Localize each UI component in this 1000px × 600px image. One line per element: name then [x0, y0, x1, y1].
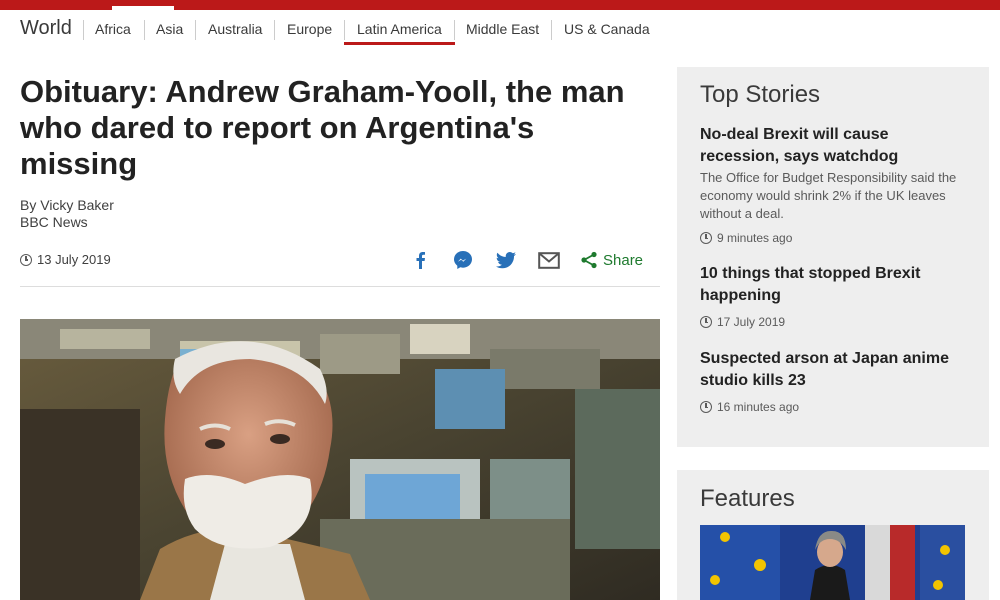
nav-divider	[454, 20, 455, 40]
divider	[20, 286, 660, 287]
facebook-icon[interactable]	[408, 248, 432, 272]
nav-divider	[195, 20, 196, 40]
top-story-title[interactable]: 10 things that stopped Brexit happening	[700, 263, 970, 307]
features-panel: Features	[677, 470, 989, 600]
nav-item-latin-america[interactable]: Latin America	[357, 21, 442, 37]
top-story-title[interactable]: No-deal Brexit will cause recession, say…	[700, 124, 970, 168]
active-tab-underline	[344, 42, 455, 45]
author-outlet: BBC News	[20, 214, 88, 230]
top-brand-bar	[0, 0, 1000, 10]
nav-item-asia[interactable]: Asia	[156, 21, 183, 37]
clock-icon	[700, 401, 712, 413]
feature-image[interactable]	[700, 525, 965, 600]
nav-divider	[551, 20, 552, 40]
nav-item-us-canada[interactable]: US & Canada	[564, 21, 650, 37]
nav-divider	[274, 20, 275, 40]
byline: By Vicky Baker BBC News	[20, 197, 114, 231]
top-stories-panel: Top Stories No-deal Brexit will cause re…	[677, 67, 989, 447]
nav-item-africa[interactable]: Africa	[95, 21, 131, 37]
nav-divider	[144, 20, 145, 40]
top-story-item: No-deal Brexit will cause recession, say…	[700, 124, 970, 245]
top-story-time-text: 9 minutes ago	[717, 231, 793, 245]
share-button[interactable]: Share	[580, 251, 643, 269]
author-name: By Vicky Baker	[20, 197, 114, 213]
share-label: Share	[603, 251, 644, 269]
top-story-item: Suspected arson at Japan anime studio ki…	[700, 348, 970, 414]
top-stories-heading: Top Stories	[700, 81, 821, 108]
top-story-title[interactable]: Suspected arson at Japan anime studio ki…	[700, 348, 970, 392]
nav-item-europe[interactable]: Europe	[287, 21, 332, 37]
hero-image	[20, 319, 660, 600]
email-icon[interactable]	[537, 248, 561, 272]
top-story-summary: The Office for Budget Responsibility sai…	[700, 170, 957, 221]
nav-divider	[344, 20, 345, 40]
top-story-time-text: 16 minutes ago	[717, 400, 800, 414]
article-date: 13 July 2019	[20, 252, 111, 267]
features-heading: Features	[700, 485, 795, 512]
article-headline: Obituary: Andrew Graham-Yooll, the man w…	[20, 74, 625, 181]
nav-item-australia[interactable]: Australia	[208, 21, 262, 37]
top-story-time-text: 17 July 2019	[717, 315, 786, 329]
top-story-time: 16 minutes ago	[700, 400, 970, 414]
share-icon	[581, 251, 597, 269]
clock-icon	[700, 232, 712, 244]
top-story-time: 17 July 2019	[700, 315, 970, 329]
messenger-icon[interactable]	[451, 248, 475, 272]
clock-icon	[700, 316, 712, 328]
twitter-icon[interactable]	[494, 248, 518, 272]
nav-item-middle-east[interactable]: Middle East	[466, 21, 539, 37]
nav-divider	[83, 20, 84, 40]
clock-icon	[20, 253, 32, 266]
top-story-time: 9 minutes ago	[700, 231, 970, 245]
top-story-item: 10 things that stopped Brexit happening …	[700, 263, 970, 329]
section-nav: World Africa Asia Australia Europe Latin…	[0, 10, 1000, 46]
section-title[interactable]: World	[20, 17, 72, 40]
article-date-text: 13 July 2019	[37, 252, 111, 267]
share-tools: Share	[408, 248, 643, 272]
